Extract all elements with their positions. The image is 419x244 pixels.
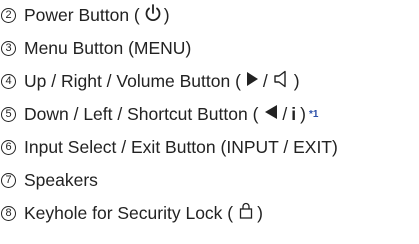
info-glyph: i [291,103,297,124]
item-label-separator: / [282,103,288,124]
item-number: 6 [1,139,16,155]
item-number: 8 [1,205,16,221]
item-label-close: ) [300,103,306,124]
lock-icon [239,202,253,224]
item-number: 4 [1,73,16,89]
list-item-down-left-shortcut-button: 5 Down / Left / Shortcut Button ( / i ) … [0,99,318,129]
item-number: 2 [1,7,16,23]
item-number: 3 [1,40,16,56]
list-item-speakers: 7 Speakers [0,165,98,195]
list-item-up-right-volume-button: 4 Up / Right / Volume Button ( / ) [0,66,300,96]
item-label: Down / Left / Shortcut Button ( [24,103,259,124]
list-item-power-button: 2 Power Button ( ) [0,0,170,30]
item-label: Keyhole for Security Lock ( [24,202,234,223]
triangle-left-icon [264,104,278,125]
item-label-close: ) [257,202,263,223]
item-label: Menu Button (MENU) [24,37,192,58]
footnote-marker: *1 [309,108,319,120]
button-description-list: 2 Power Button ( ) 3 Menu Button (MENU) … [0,0,419,244]
list-item-menu-button: 3 Menu Button (MENU) [0,33,191,63]
item-label: Input Select / Exit Button (INPUT / EXIT… [24,136,338,157]
list-item-input-select-button: 6 Input Select / Exit Button (INPUT / EX… [0,132,338,162]
power-icon [144,3,162,28]
item-label: Speakers [24,169,98,190]
item-label-close: ) [293,70,300,91]
item-label: Up / Right / Volume Button ( [24,70,241,91]
play-right-icon [246,71,259,92]
item-label: Power Button ( [24,4,140,25]
item-number: 5 [1,106,16,122]
speaker-icon [273,70,289,93]
item-label-close: ) [163,4,170,25]
list-item-security-lock: 8 Keyhole for Security Lock ( ) [0,198,263,228]
item-label-separator: / [262,70,268,91]
item-number: 7 [1,172,16,188]
